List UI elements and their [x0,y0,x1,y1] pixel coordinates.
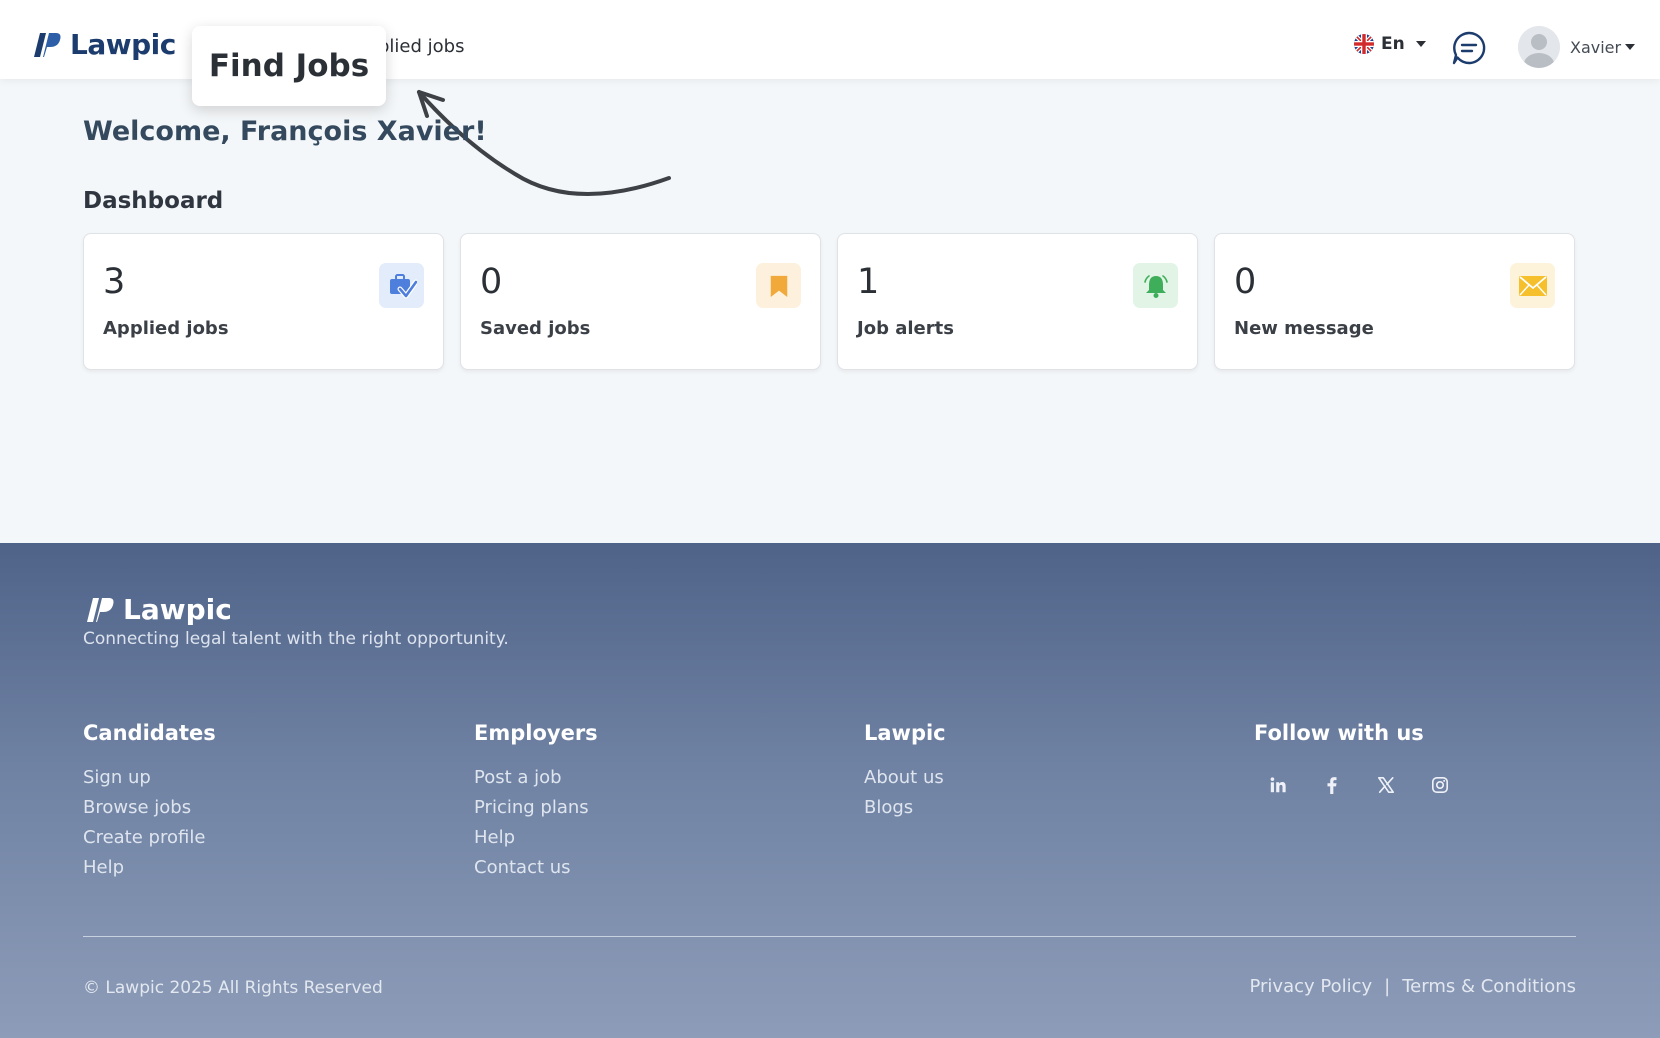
footer-link-create-profile[interactable]: Create profile [83,827,216,848]
facebook-icon[interactable] [1322,775,1342,795]
footer-link-post-job[interactable]: Post a job [474,767,598,788]
saved-jobs-card[interactable]: 0 Saved jobs [460,233,821,370]
bookmark-icon [756,263,801,308]
lawpic-logo[interactable]: Lawpic [30,28,176,61]
applied-jobs-label: Applied jobs [103,318,229,339]
language-label: En [1381,34,1405,54]
user-menu[interactable]: Xavier [1518,26,1636,68]
footer-link-about-us[interactable]: About us [864,767,946,788]
applied-jobs-card[interactable]: 3 Applied jobs [83,233,444,370]
footer-follow-column: Follow with us [1254,721,1450,795]
footer-column-title: Candidates [83,721,216,745]
copyright-text: © Lawpic 2025 All Rights Reserved [83,978,383,998]
language-selector[interactable]: En [1354,34,1426,54]
footer-column-title: Lawpic [864,721,946,745]
saved-jobs-count: 0 [480,262,503,302]
footer-link-browse-jobs[interactable]: Browse jobs [83,797,216,818]
legal-separator: | [1384,976,1391,997]
new-message-card[interactable]: 0 New message [1214,233,1575,370]
footer-logo[interactable]: Lawpic [83,593,232,626]
linkedin-icon[interactable] [1268,775,1288,795]
lawpic-logo-icon [34,32,61,57]
nav-applied-jobs[interactable]: plied jobs [378,36,464,57]
logo-text: Lawpic [70,28,176,61]
footer: Lawpic Connecting legal talent with the … [0,543,1660,1038]
find-jobs-tooltip[interactable]: Find Jobs [192,26,386,106]
chevron-down-icon [1625,44,1636,50]
new-message-count: 0 [1234,262,1257,302]
footer-link-blogs[interactable]: Blogs [864,797,946,818]
privacy-policy-link[interactable]: Privacy Policy [1249,976,1372,997]
user-name: Xavier [1570,37,1622,57]
instagram-icon[interactable] [1430,775,1450,795]
job-alerts-card[interactable]: 1 Job alerts [837,233,1198,370]
legal-links: Privacy Policy | Terms & Conditions [1249,976,1576,997]
job-alerts-count: 1 [857,262,880,302]
footer-divider [83,936,1576,937]
footer-tagline: Connecting legal talent with the right o… [83,629,509,649]
chevron-down-icon [1415,41,1426,47]
footer-employers-column: Employers Post a job Pricing plans Help … [474,721,598,887]
chat-icon[interactable] [1451,30,1487,66]
welcome-heading: Welcome, François Xavier! [83,116,487,147]
briefcase-check-icon [379,263,424,308]
footer-link-contact-us[interactable]: Contact us [474,857,598,878]
x-icon[interactable] [1376,775,1396,795]
footer-column-title: Employers [474,721,598,745]
uk-flag-icon [1354,34,1374,54]
envelope-icon [1510,263,1555,308]
stats-cards: 3 Applied jobs 0 Saved jobs 1 Job alerts [83,233,1575,370]
footer-link-help[interactable]: Help [83,857,216,878]
footer-link-sign-up[interactable]: Sign up [83,767,216,788]
footer-candidates-column: Candidates Sign up Browse jobs Create pr… [83,721,216,887]
saved-jobs-label: Saved jobs [480,318,591,339]
footer-follow-title: Follow with us [1254,721,1424,745]
job-alerts-label: Job alerts [857,318,954,339]
applied-jobs-count: 3 [103,262,126,302]
dashboard-title: Dashboard [83,188,224,214]
footer-link-help[interactable]: Help [474,827,598,848]
footer-logo-text: Lawpic [123,593,232,626]
footer-link-pricing-plans[interactable]: Pricing plans [474,797,598,818]
avatar [1518,26,1560,68]
lawpic-logo-icon [87,597,114,622]
social-links [1268,775,1450,795]
terms-conditions-link[interactable]: Terms & Conditions [1402,976,1576,997]
new-message-label: New message [1234,318,1374,339]
footer-lawpic-column: Lawpic About us Blogs [864,721,946,827]
bell-icon [1133,263,1178,308]
